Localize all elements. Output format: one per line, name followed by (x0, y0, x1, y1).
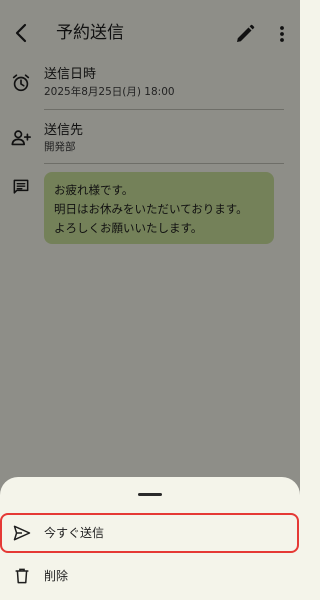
delete-button[interactable]: 削除 (0, 557, 300, 597)
drag-handle[interactable] (138, 493, 162, 496)
highlight-box (0, 513, 299, 553)
trash-icon (15, 568, 29, 584)
delete-label: 削除 (44, 569, 69, 583)
bottom-sheet: 今すぐ送信 削除 (0, 477, 300, 600)
